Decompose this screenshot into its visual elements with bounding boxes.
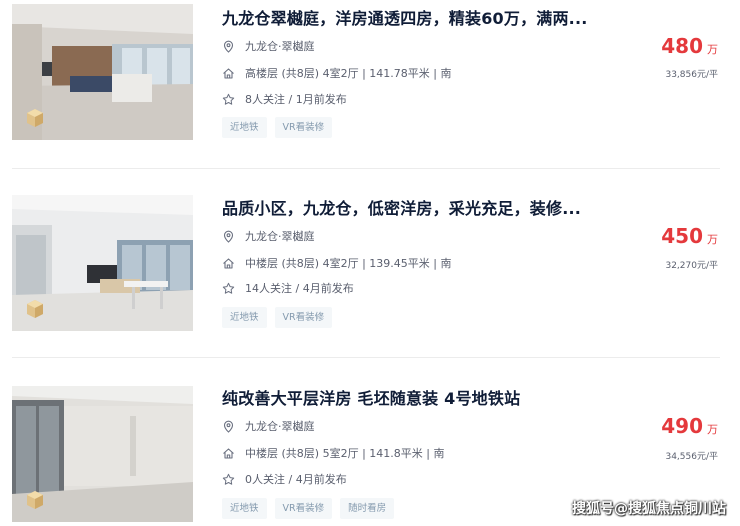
price-unit: 万	[707, 233, 718, 246]
unit-price: 34,556元/平	[665, 452, 718, 462]
tag-near-subway: 近地铁	[222, 498, 267, 519]
price-unit: 万	[707, 423, 718, 436]
tag-vr-decoration: VR看装修	[274, 307, 333, 328]
house-icon	[222, 447, 235, 460]
follow-info: 14人关注 / 4月前发布	[245, 282, 354, 295]
listing-title[interactable]: 纯改善大平层洋房 毛坯随意装 4号地铁站	[222, 385, 520, 409]
price-value: 490	[661, 414, 703, 438]
listing-card[interactable]: 纯改善大平层洋房 毛坯随意装 4号地铁站 九龙仓·翠樾庭 中楼层 (共8层) 5…	[0, 0, 740, 522]
star-icon	[222, 282, 235, 295]
location-pin-icon	[222, 420, 235, 433]
divider	[12, 168, 720, 169]
follow-info: 0人关注 / 4月前发布	[245, 473, 347, 486]
community-row: 九龙仓·翠樾庭	[222, 228, 315, 244]
follow-info-row: 0人关注 / 4月前发布	[222, 471, 347, 487]
community-link[interactable]: 九龙仓·翠樾庭	[245, 418, 315, 434]
community-link[interactable]: 九龙仓·翠樾庭	[245, 228, 315, 244]
house-info-row: 中楼层 (共8层) 4室2厅 | 139.45平米 | 南	[222, 255, 451, 271]
house-info: 中楼层 (共8层) 4室2厅 | 139.45平米 | 南	[245, 257, 452, 270]
tag-list: 近地铁 VR看装修 随时看房	[222, 498, 395, 519]
house-icon	[222, 257, 235, 270]
house-info-row: 中楼层 (共8层) 5室2厅 | 141.8平米 | 南	[222, 445, 444, 461]
total-price: 450 万	[661, 224, 718, 248]
watermark: 搜狐号@搜狐焦点铜川站	[572, 501, 726, 517]
divider	[12, 357, 720, 358]
vr-cube-icon	[27, 300, 43, 318]
listing-photo[interactable]	[12, 386, 193, 522]
community-row: 九龙仓·翠樾庭	[222, 418, 315, 434]
unit-price: 32,270元/平	[665, 261, 718, 271]
tag-viewing-anytime: 随时看房	[340, 498, 395, 519]
vr-cube-icon	[27, 491, 43, 509]
listing-photo[interactable]	[12, 195, 193, 331]
tag-list: 近地铁 VR看装修	[222, 307, 333, 328]
location-pin-icon	[222, 230, 235, 243]
listing-title[interactable]: 品质小区，九龙仓，低密洋房，采光充足，装修...	[222, 195, 581, 219]
total-price: 490 万	[661, 414, 718, 438]
star-icon	[222, 473, 235, 486]
tag-near-subway: 近地铁	[222, 307, 267, 328]
house-info: 中楼层 (共8层) 5室2厅 | 141.8平米 | 南	[245, 447, 445, 460]
tag-vr-decoration: VR看装修	[274, 498, 333, 519]
price-value: 450	[661, 224, 703, 248]
follow-info-row: 14人关注 / 4月前发布	[222, 280, 354, 296]
